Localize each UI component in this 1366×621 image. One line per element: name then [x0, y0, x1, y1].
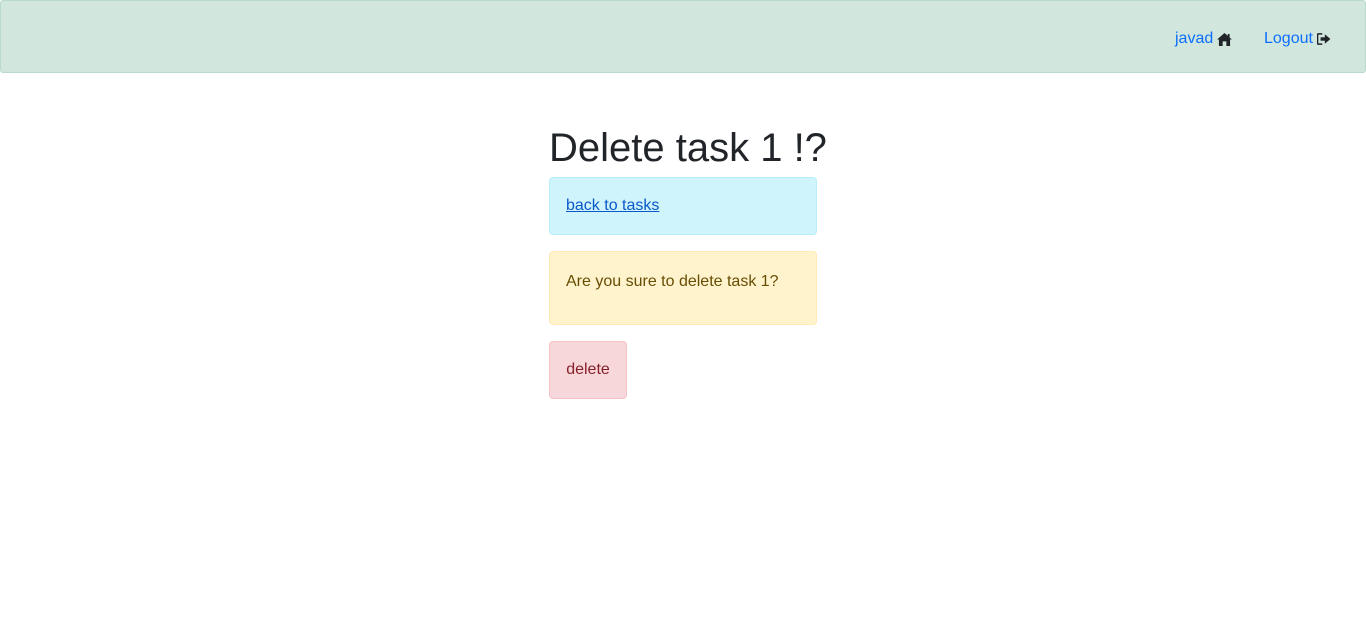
top-navbar: javad Logout: [0, 0, 1366, 73]
user-name-label: javad: [1175, 30, 1214, 47]
logout-link[interactable]: Logout: [1264, 29, 1331, 49]
back-to-tasks-link[interactable]: back to tasks: [566, 197, 659, 215]
logout-label: Logout: [1264, 30, 1313, 47]
page-title: Delete task 1 !?: [549, 126, 827, 170]
delete-button[interactable]: delete: [549, 341, 627, 399]
confirm-message-alert: Are you sure to delete task 1?: [549, 251, 817, 325]
sign-out-icon: [1316, 33, 1331, 45]
user-home-link[interactable]: javad: [1175, 29, 1233, 49]
confirm-message: Are you sure to delete task 1?: [566, 273, 779, 290]
home-icon: [1217, 32, 1233, 46]
back-link-alert: back to tasks: [549, 177, 817, 235]
